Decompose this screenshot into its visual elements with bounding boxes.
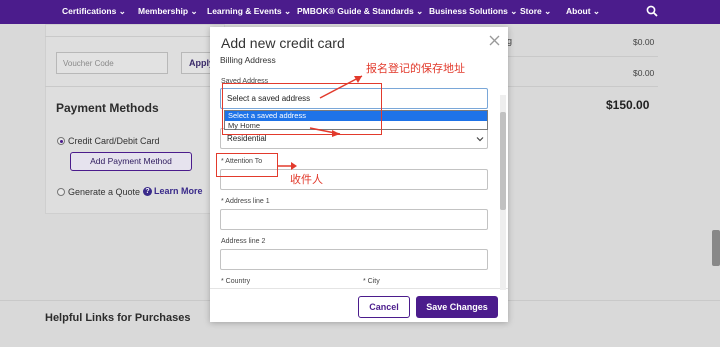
city-label: * City [363, 278, 380, 285]
cancel-button[interactable]: Cancel [358, 296, 410, 318]
modal-scrollbar-thumb[interactable] [500, 112, 506, 210]
divider [45, 36, 225, 37]
payment-methods-title: Payment Methods [56, 101, 159, 115]
annotation-recipient-note: 收件人 [290, 173, 323, 186]
credit-card-radio[interactable] [57, 137, 65, 145]
country-label: * Country [221, 278, 251, 285]
summary-amount: $0.00 [633, 37, 655, 47]
help-icon[interactable]: ? [143, 187, 152, 196]
nav-item-membership[interactable]: Membership ⌄ [138, 6, 198, 17]
credit-card-label: Credit Card/Debit Card [68, 136, 160, 146]
nav-item-certifications[interactable]: Certifications ⌄ [62, 6, 126, 17]
address-line-1-input[interactable] [220, 209, 488, 230]
annotation-saved-address-note: 报名登记的保存地址 [366, 62, 465, 75]
save-changes-button[interactable]: Save Changes [416, 296, 498, 318]
learn-more-link[interactable]: Learn More [154, 186, 203, 196]
helpful-links-heading: Helpful Links for Purchases [45, 312, 191, 324]
top-navigation-bar: Certifications ⌄ Membership ⌄ Learning &… [0, 0, 720, 24]
address-line-2-input[interactable] [220, 249, 488, 270]
annotation-box-attention-to [216, 153, 278, 177]
generate-quote-label: Generate a Quote [68, 187, 141, 197]
page-scrollbar-thumb[interactable] [712, 230, 720, 266]
summary-amount: $0.00 [633, 68, 655, 78]
search-icon[interactable] [646, 5, 658, 17]
address-type-value: Residential [227, 134, 267, 143]
divider [508, 86, 658, 87]
nav-item-store[interactable]: Store ⌄ [520, 6, 551, 17]
divider [45, 86, 225, 87]
address-line-1-label: * Address line 1 [221, 198, 270, 205]
nav-item-about[interactable]: About ⌄ [566, 6, 600, 17]
add-payment-method-button[interactable]: Add Payment Method [70, 152, 192, 171]
nav-item-learning-events[interactable]: Learning & Events ⌄ [207, 6, 291, 17]
generate-quote-radio[interactable] [57, 188, 65, 196]
annotation-arrow [309, 75, 363, 137]
chevron-down-icon [476, 137, 484, 142]
divider [508, 56, 658, 57]
close-icon[interactable] [488, 34, 501, 47]
order-total: $150.00 [606, 98, 650, 112]
billing-address-heading: Billing Address [220, 55, 276, 65]
address-line-2-label: Address line 2 [221, 238, 266, 245]
voucher-code-input[interactable]: Voucher Code [56, 52, 168, 74]
nav-item-pmbok-guide[interactable]: PMBOK® Guide & Standards ⌄ [297, 6, 423, 17]
nav-item-business-solutions[interactable]: Business Solutions ⌄ [429, 6, 517, 17]
modal-title: Add new credit card [221, 35, 345, 51]
